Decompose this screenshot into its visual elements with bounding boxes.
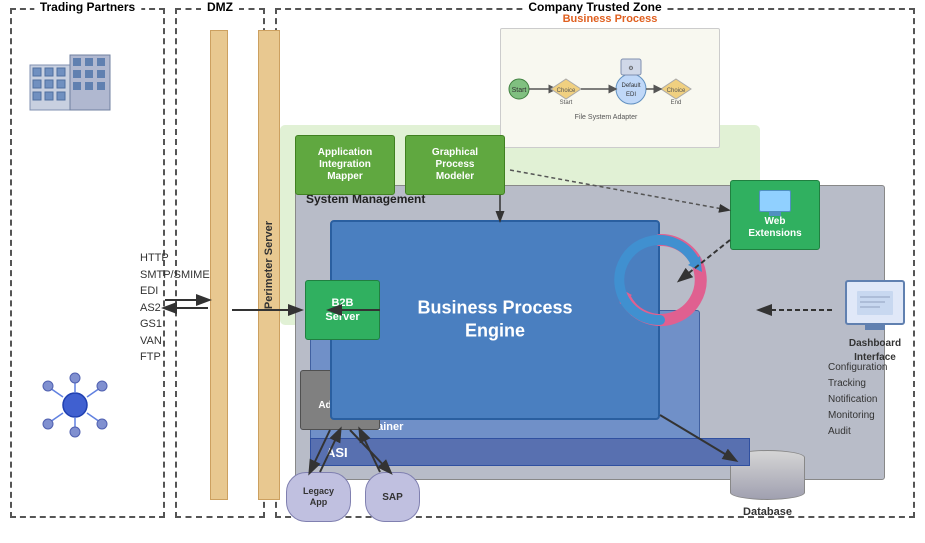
sap-label: SAP: [382, 492, 403, 503]
b2b-server-label: B2B Server: [325, 296, 359, 325]
svg-text:End: End: [671, 100, 682, 106]
perimeter-server-bar: Perimeter Server: [258, 30, 280, 500]
svg-text:File System Adapter: File System Adapter: [575, 114, 638, 121]
application-integration-mapper: Application Integration Mapper: [295, 135, 395, 195]
perimeter-server-label: Perimeter Server: [263, 221, 275, 309]
web-extensions-label: Web Extensions: [748, 216, 801, 240]
svg-text:⚙: ⚙: [628, 65, 633, 72]
svg-text:EDI: EDI: [626, 92, 636, 98]
svg-text:Choice: Choice: [557, 88, 576, 94]
protocol-ftp: FTP: [140, 349, 210, 366]
legacy-label: Legacy App: [303, 486, 334, 508]
b2b-server: B2B Server: [305, 280, 380, 340]
aim-label: Application Integration Mapper: [318, 147, 372, 183]
monitor-icon: [759, 190, 791, 212]
asi-label: ASI: [326, 445, 348, 460]
bp-title: Business Process: [563, 13, 658, 25]
zone-trading-partners-label: Trading Partners: [34, 0, 141, 14]
trading-partner-building: [25, 50, 125, 120]
config-labels: Configuration Tracking Notification Moni…: [828, 360, 887, 440]
svg-text:Start: Start: [560, 100, 573, 106]
svg-text:Choice: Choice: [667, 88, 686, 94]
gpm-label: Graphical Process Modeler: [432, 147, 478, 183]
protocol-smtp: SMTP/SMIME: [140, 267, 210, 284]
svg-text:Start: Start: [512, 87, 527, 94]
web-extensions: Web Extensions: [730, 180, 820, 250]
architecture-diagram: Trading Partners DMZ Company Trusted Zon…: [0, 0, 925, 543]
protocol-van: VAN: [140, 333, 210, 350]
protocol-edi: EDI: [140, 283, 210, 300]
protocol-as2: AS2: [140, 300, 210, 317]
circular-arrows-icon: [610, 230, 710, 330]
svg-text:Default: Default: [621, 83, 640, 89]
config-line-configuration: Configuration: [828, 360, 887, 376]
protocol-http: HTTP: [140, 250, 210, 267]
protocol-list: HTTP SMTP/SMIME EDI AS2 GS1 VAN FTP: [140, 250, 210, 366]
dashboard-monitor-icon: [845, 280, 905, 325]
sap: SAP: [365, 472, 420, 522]
business-process-diagram: Business Process Start Choice Start Defa…: [500, 28, 720, 148]
legacy-app: Legacy App: [286, 472, 351, 522]
trading-partner-network: [25, 370, 125, 450]
config-line-monitoring: Monitoring: [828, 408, 887, 424]
graphical-process-modeler: Graphical Process Modeler: [405, 135, 505, 195]
bpe-label: Business Process Engine: [417, 297, 572, 344]
config-line-tracking: Tracking: [828, 376, 887, 392]
dashboard-interface: Dashboard Interface: [835, 280, 915, 365]
zone-trusted-label: Company Trusted Zone: [522, 0, 667, 14]
dmz-bar: [210, 30, 228, 500]
zone-dmz-label: DMZ: [201, 0, 239, 14]
config-line-notification: Notification: [828, 392, 887, 408]
asi-bar: ASI: [310, 438, 750, 466]
database-label: Database: [743, 506, 792, 518]
protocol-gs1: GS1: [140, 316, 210, 333]
config-line-audit: Audit: [828, 424, 887, 440]
